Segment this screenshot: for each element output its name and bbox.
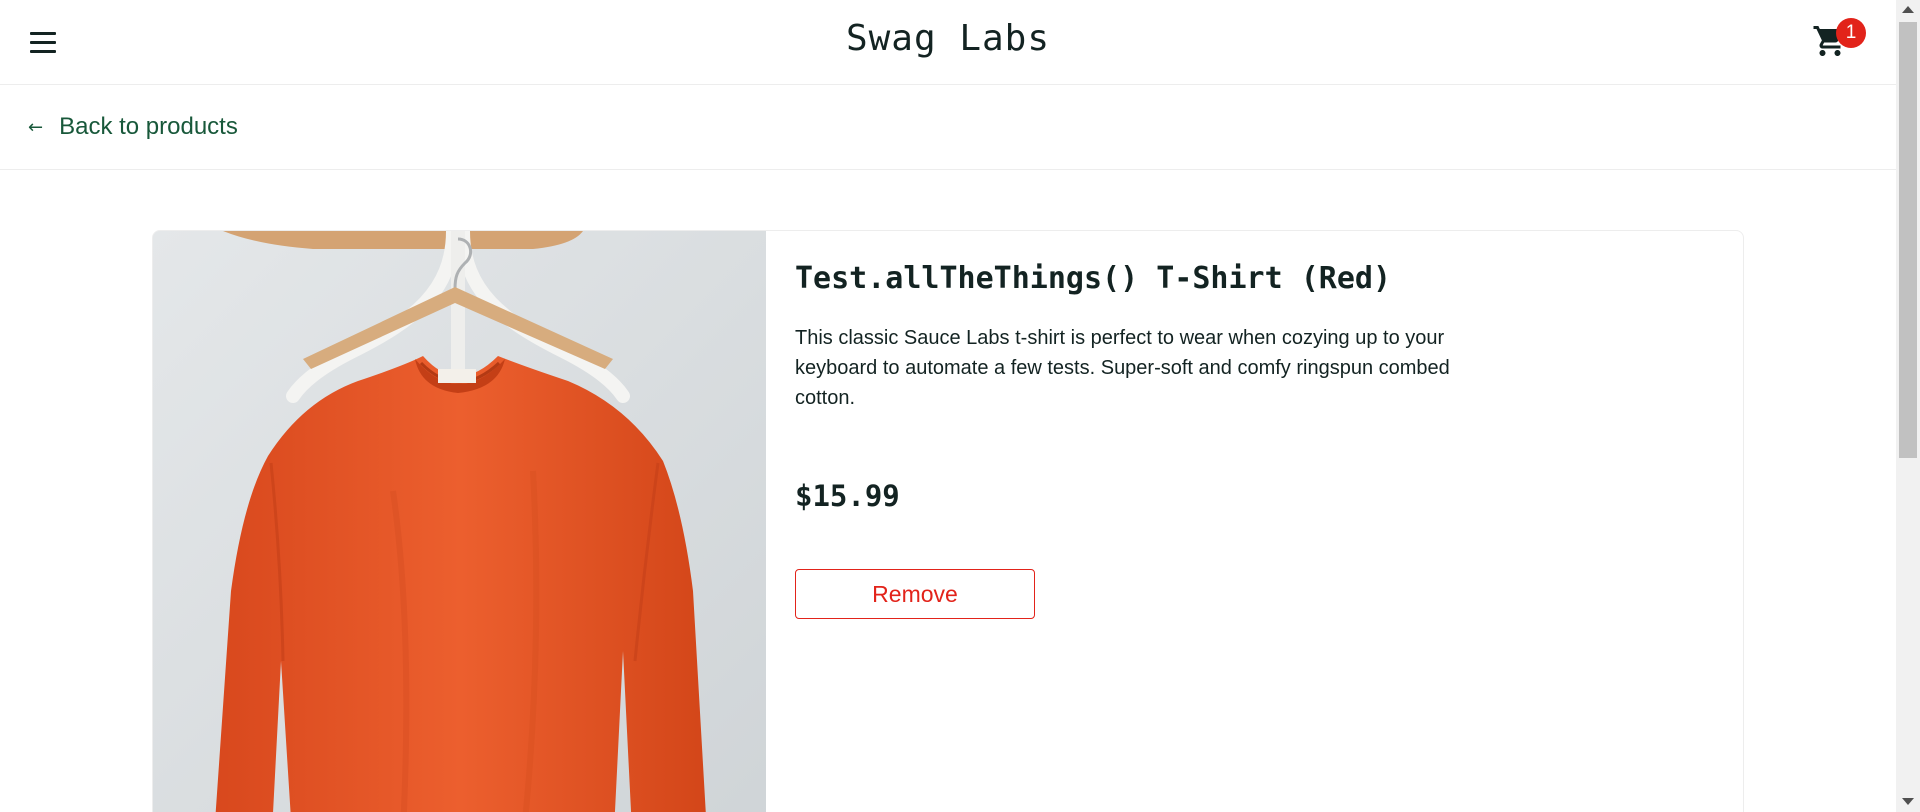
product-name: Test.allTheThings() T-Shirt (Red) <box>795 261 1392 296</box>
product-description: This classic Sauce Labs t-shirt is perfe… <box>795 327 1450 409</box>
arrow-left-icon: ← <box>28 116 44 138</box>
primary-header: Swag Labs 1 <box>0 0 1896 85</box>
shopping-cart-link[interactable]: 1 <box>1808 18 1866 66</box>
product-image <box>153 231 766 812</box>
app-logo: Swag Labs <box>845 18 1051 59</box>
scroll-up-arrow-icon[interactable] <box>1902 6 1914 13</box>
vertical-scrollbar[interactable] <box>1896 0 1920 812</box>
remove-button[interactable]: Remove <box>795 569 1035 619</box>
scroll-down-arrow-icon[interactable] <box>1902 798 1914 805</box>
product-price: $15.99 <box>795 479 900 513</box>
red-shirt-image <box>153 231 766 812</box>
back-to-products-button[interactable]: ← Back to products <box>28 111 238 143</box>
scrollbar-thumb[interactable] <box>1899 22 1917 458</box>
cart-badge: 1 <box>1836 18 1866 48</box>
product-card: Test.allTheThings() T-Shirt (Red) This c… <box>152 230 1744 812</box>
back-to-products-label: Back to products <box>59 113 238 140</box>
secondary-header: ← Back to products <box>0 85 1896 170</box>
product-detail-page: Swag Labs 1 ← Back to products Test.allT… <box>0 0 1896 812</box>
